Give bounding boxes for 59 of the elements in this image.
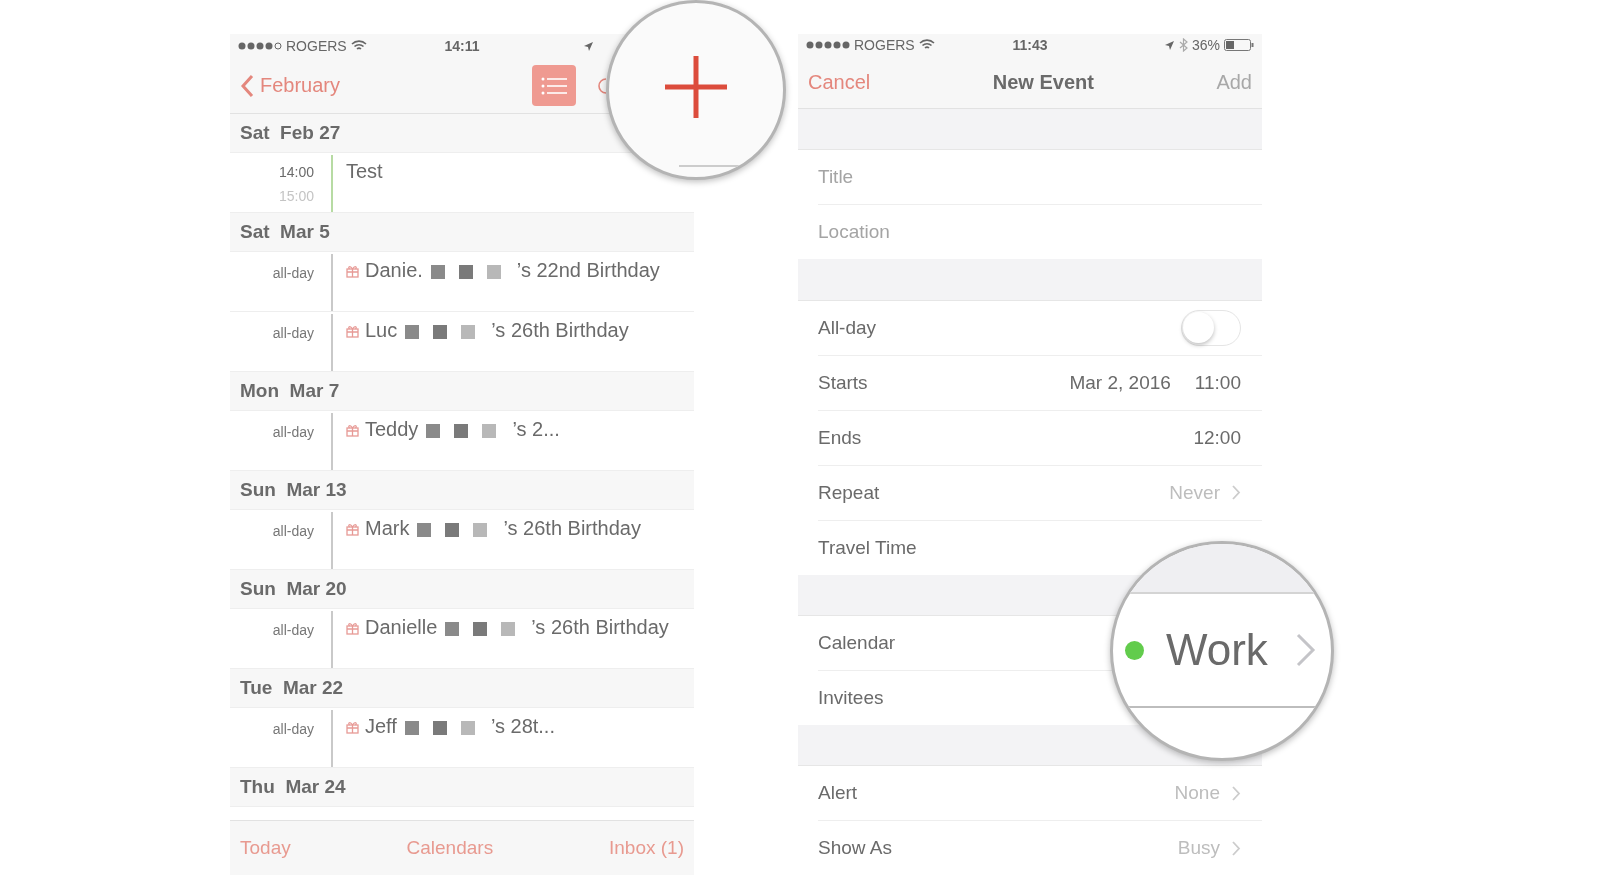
all-day-label: all-day <box>272 265 314 281</box>
row-label: Ends <box>818 426 862 449</box>
row-label: Repeat <box>818 481 880 504</box>
tab-bar-item[interactable]: Inbox (1) <box>609 837 684 859</box>
event-title-suffix: ’s 26th Birthday <box>531 616 669 639</box>
tab-bar-item[interactable]: Calendars <box>406 837 494 859</box>
row-label: Travel Time <box>818 536 917 559</box>
day-header: Thu Mar 24 <box>240 776 346 798</box>
row-label: Starts <box>818 371 868 394</box>
day-header: Sat Mar 5 <box>240 221 330 243</box>
carrier-name: ROGERS <box>286 38 347 54</box>
row-value: 11:00 <box>1194 371 1241 394</box>
event-title-suffix: ’s 26th Birthday <box>491 319 629 342</box>
text-field[interactable]: Title <box>818 166 1218 189</box>
add-button[interactable]: Add <box>1216 70 1252 94</box>
day-header: Tue Mar 22 <box>240 677 344 699</box>
cancel-button[interactable]: Cancel <box>808 70 871 94</box>
carrier-name: ROGERS <box>854 37 915 54</box>
event-name: Mark <box>365 517 410 540</box>
screen-title: New Event <box>992 70 1094 94</box>
all-day-label: all-day <box>272 622 314 638</box>
event-name: Luc <box>365 319 398 342</box>
battery-percent: 36% <box>1191 37 1220 54</box>
row-label: Calendar <box>818 631 896 654</box>
event-title: Test <box>346 160 383 183</box>
row-label: Invitees <box>818 686 884 709</box>
status-time: 14:11 <box>444 38 480 54</box>
back-label: February <box>260 74 341 97</box>
all-day-label: all-day <box>272 325 314 341</box>
day-header: Sun Mar 20 <box>240 578 347 600</box>
row-label: Show As <box>818 837 892 860</box>
event-title-suffix: ’s 28t... <box>490 715 555 738</box>
day-header: Sat Feb 27 <box>240 122 341 144</box>
event-name: Jeff <box>365 715 397 738</box>
day-header: Mon Mar 7 <box>240 380 340 402</box>
text-field[interactable]: Location <box>818 221 1218 244</box>
row-value: 12:00 <box>1193 426 1241 449</box>
tab-bar-item[interactable]: Today <box>240 837 291 859</box>
start-time: 14:00 <box>278 164 314 180</box>
row-label: All-day <box>818 316 877 339</box>
row-value: None <box>1174 782 1220 805</box>
row-value: Mar 2, 2016 <box>1069 371 1171 394</box>
event-name: Danielle <box>365 616 438 639</box>
day-header: Sun Mar 13 <box>240 479 347 501</box>
calendar-value: Work <box>1166 625 1268 675</box>
all-day-label: all-day <box>272 721 314 737</box>
event-name: Teddy <box>365 418 419 441</box>
row-value: Busy <box>1177 837 1220 860</box>
back-button[interactable]: February <box>240 73 341 98</box>
all-day-label: all-day <box>272 424 314 440</box>
event-title-suffix: ’s 2... <box>512 418 560 441</box>
row-label: Alert <box>818 782 858 805</box>
status-time: 11:43 <box>1012 37 1048 54</box>
event-title-suffix: ’s 26th Birthday <box>503 517 641 540</box>
event-name: Danie. <box>365 259 423 282</box>
all-day-label: all-day <box>272 523 314 539</box>
event-title-suffix: ’s 22nd Birthday <box>516 259 660 282</box>
end-time: 15:00 <box>278 188 314 204</box>
row-value: Never <box>1169 481 1220 504</box>
